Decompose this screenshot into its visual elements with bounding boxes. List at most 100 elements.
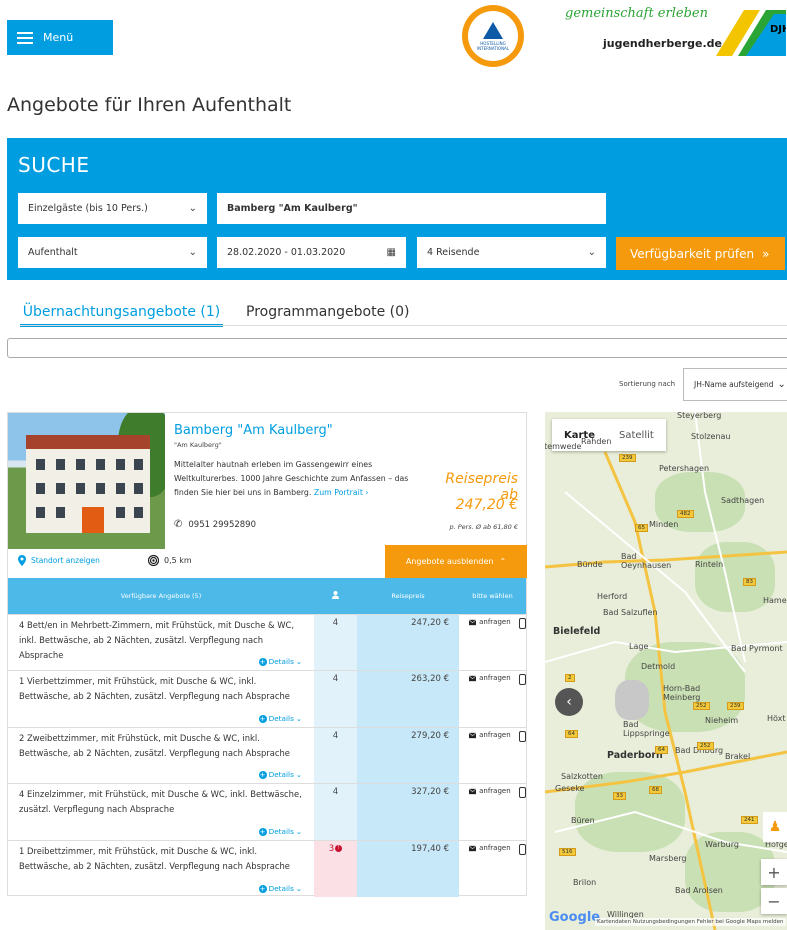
google-logo[interactable]: Google [549, 910, 600, 925]
hostelling-international-logo[interactable]: HOSTELLING INTERNATIONAL [462, 5, 524, 67]
page-title: Angebote für Ihren Aufenthalt [7, 94, 292, 116]
show-location-link[interactable]: Standort anzeigen [18, 555, 100, 566]
details-toggle[interactable]: + Details ⌄ [258, 824, 302, 839]
offer-description: 1 Dreibettzimmer, mit Frühstück, mit Dus… [8, 841, 314, 897]
hide-offers-button[interactable]: Angebote ausblenden ⌃ [385, 545, 527, 578]
map-place: Bad Arolsen [675, 886, 723, 895]
map-collapse-button[interactable]: ‹ [555, 688, 583, 716]
hamburger-icon [17, 31, 33, 44]
map-place: Horn-Bad Meinberg [663, 684, 701, 702]
map-place: Bad Oeynhausen [621, 552, 672, 570]
stay-type-value: Aufenthalt [28, 247, 78, 258]
double-chevron-up-icon: ⌃ [499, 557, 507, 566]
distance-value: 0,5 km [164, 556, 192, 565]
hostel-photo[interactable] [8, 413, 165, 549]
plus-circle-icon: + [258, 657, 267, 666]
chevron-down-icon: ⌄ [777, 379, 786, 390]
tab-program-offers[interactable]: Programmangebote (0) [246, 304, 410, 320]
alert-icon: ! [335, 845, 343, 852]
zoom-out-button[interactable]: − [761, 888, 787, 914]
sort-select[interactable]: JH-Name aufsteigend ⌄ [683, 368, 787, 401]
guest-type-select[interactable]: Einzelgäste (bis 10 Pers.) ⌄ [18, 193, 207, 224]
offer-checkbox[interactable] [518, 618, 526, 629]
offer-price: 279,20 € [357, 728, 459, 783]
request-label[interactable]: anfragen [479, 674, 511, 682]
travelers-select[interactable]: 4 Reisende ⌄ [417, 237, 606, 268]
map-place: Bünde [577, 560, 603, 569]
map-place: Höxt [767, 714, 786, 723]
offer-price: 327,20 € [357, 784, 459, 840]
hostel-phone[interactable]: ✆ 0951 29952890 [174, 519, 256, 530]
details-label: Details [268, 770, 294, 779]
chevron-down-icon: ⌄ [295, 657, 302, 666]
details-label: Details [268, 657, 294, 666]
offer-description-text: 1 Vierbettzimmer, mit Frühstück, mit Dus… [19, 676, 290, 701]
details-toggle[interactable]: + Details ⌄ [258, 767, 302, 782]
check-availability-button[interactable]: Verfügbarkeit prüfen » [616, 237, 785, 270]
map-place: Stemwede [545, 442, 582, 451]
hide-offers-label: Angebote ausblenden [405, 557, 494, 566]
offer-description: 4 Einzelzimmer, mit Frühstück, mit Dusch… [8, 784, 314, 840]
details-label: Details [268, 884, 294, 893]
details-toggle[interactable]: + Details ⌄ [258, 654, 302, 669]
chevron-down-icon: ⌄ [295, 827, 302, 836]
header-select: bitte wählen [472, 592, 513, 600]
offer-price: 197,40 € [357, 841, 459, 897]
target-icon [148, 555, 159, 566]
map-pin-icon [18, 555, 26, 566]
distance: 0,5 km [148, 555, 192, 566]
offer-request: anfragen [459, 615, 526, 670]
offer-checkbox[interactable] [518, 844, 526, 855]
map-tab-satellite[interactable]: Satellit [607, 419, 666, 451]
person-count-value: 4 [332, 787, 339, 797]
show-location-label: Standort anzeigen [31, 556, 100, 565]
date-range-input[interactable]: 28.02.2020 - 01.03.2020 ▦ [217, 237, 406, 268]
offer-checkbox[interactable] [518, 787, 526, 798]
price-note: p. Pers. Ø ab 61,80 € [449, 523, 518, 531]
hostel-subtitle: "Am Kaulberg" [174, 441, 222, 449]
hostel-description-text: Mittelalter hautnah erleben im Gassengew… [174, 460, 409, 497]
menu-button[interactable]: Menü [7, 20, 113, 55]
map[interactable]: Karte Satellit Steyerberg Stolzenau Rahd… [545, 412, 787, 930]
offer-price: 247,20 € [357, 615, 459, 670]
plus-circle-icon: + [258, 827, 267, 836]
tab-accommodation-offers[interactable]: Übernachtungsangebote (1) [20, 304, 223, 327]
map-place: Minden [649, 520, 679, 529]
table-row: 1 Dreibettzimmer, mit Frühstück, mit Dus… [8, 840, 526, 897]
map-place: Petershagen [659, 464, 710, 473]
request-label[interactable]: anfragen [479, 787, 511, 795]
offer-checkbox[interactable] [518, 731, 526, 742]
phone-number: 0951 29952890 [188, 519, 256, 530]
offer-person-count: 4 [314, 728, 357, 783]
envelope-icon [469, 732, 477, 739]
street-view-pegman-icon[interactable]: ♟ [763, 812, 787, 842]
offer-request: anfragen [459, 671, 526, 727]
offer-description-text: 4 Einzelzimmer, mit Frühstück, mit Dusch… [19, 789, 302, 814]
calendar-icon: ▦ [386, 247, 396, 258]
plus-circle-icon: + [258, 714, 267, 723]
djh-logo-icon[interactable]: DJH [716, 10, 786, 56]
portrait-link[interactable]: Zum Portrait › [314, 488, 369, 497]
map-place: Sadthagen [721, 496, 765, 505]
envelope-icon [469, 675, 477, 682]
hostel-name-link[interactable]: Bamberg "Am Kaulberg" [174, 423, 333, 438]
zoom-in-button[interactable]: + [761, 859, 787, 885]
offer-description-text: 1 Dreibettzimmer, mit Frühstück, mit Dus… [19, 846, 290, 871]
table-row: 4 Bett/en in Mehrbett-Zimmern, mit Frühs… [8, 614, 526, 670]
hostel-description: Mittelalter hautnah erleben im Gassengew… [174, 458, 419, 500]
hostel-input[interactable]: Bamberg "Am Kaulberg" [217, 193, 606, 224]
chevron-right-icon: › [365, 488, 369, 497]
person-count-value: 4 [332, 731, 339, 741]
results-progress-bar [7, 338, 787, 358]
details-toggle[interactable]: + Details ⌄ [258, 711, 302, 726]
map-place: Büren [571, 816, 595, 825]
details-toggle[interactable]: + Details ⌄ [258, 881, 302, 896]
map-attribution[interactable]: Kartendaten Nutzungsbedingungen Fehler b… [595, 918, 786, 926]
request-label[interactable]: anfragen [479, 844, 511, 852]
envelope-icon [469, 845, 477, 852]
offer-checkbox[interactable] [518, 674, 526, 685]
request-label[interactable]: anfragen [479, 618, 511, 626]
map-place: Rinteln [695, 560, 724, 569]
stay-type-select[interactable]: Aufenthalt ⌄ [18, 237, 207, 268]
request-label[interactable]: anfragen [479, 731, 511, 739]
